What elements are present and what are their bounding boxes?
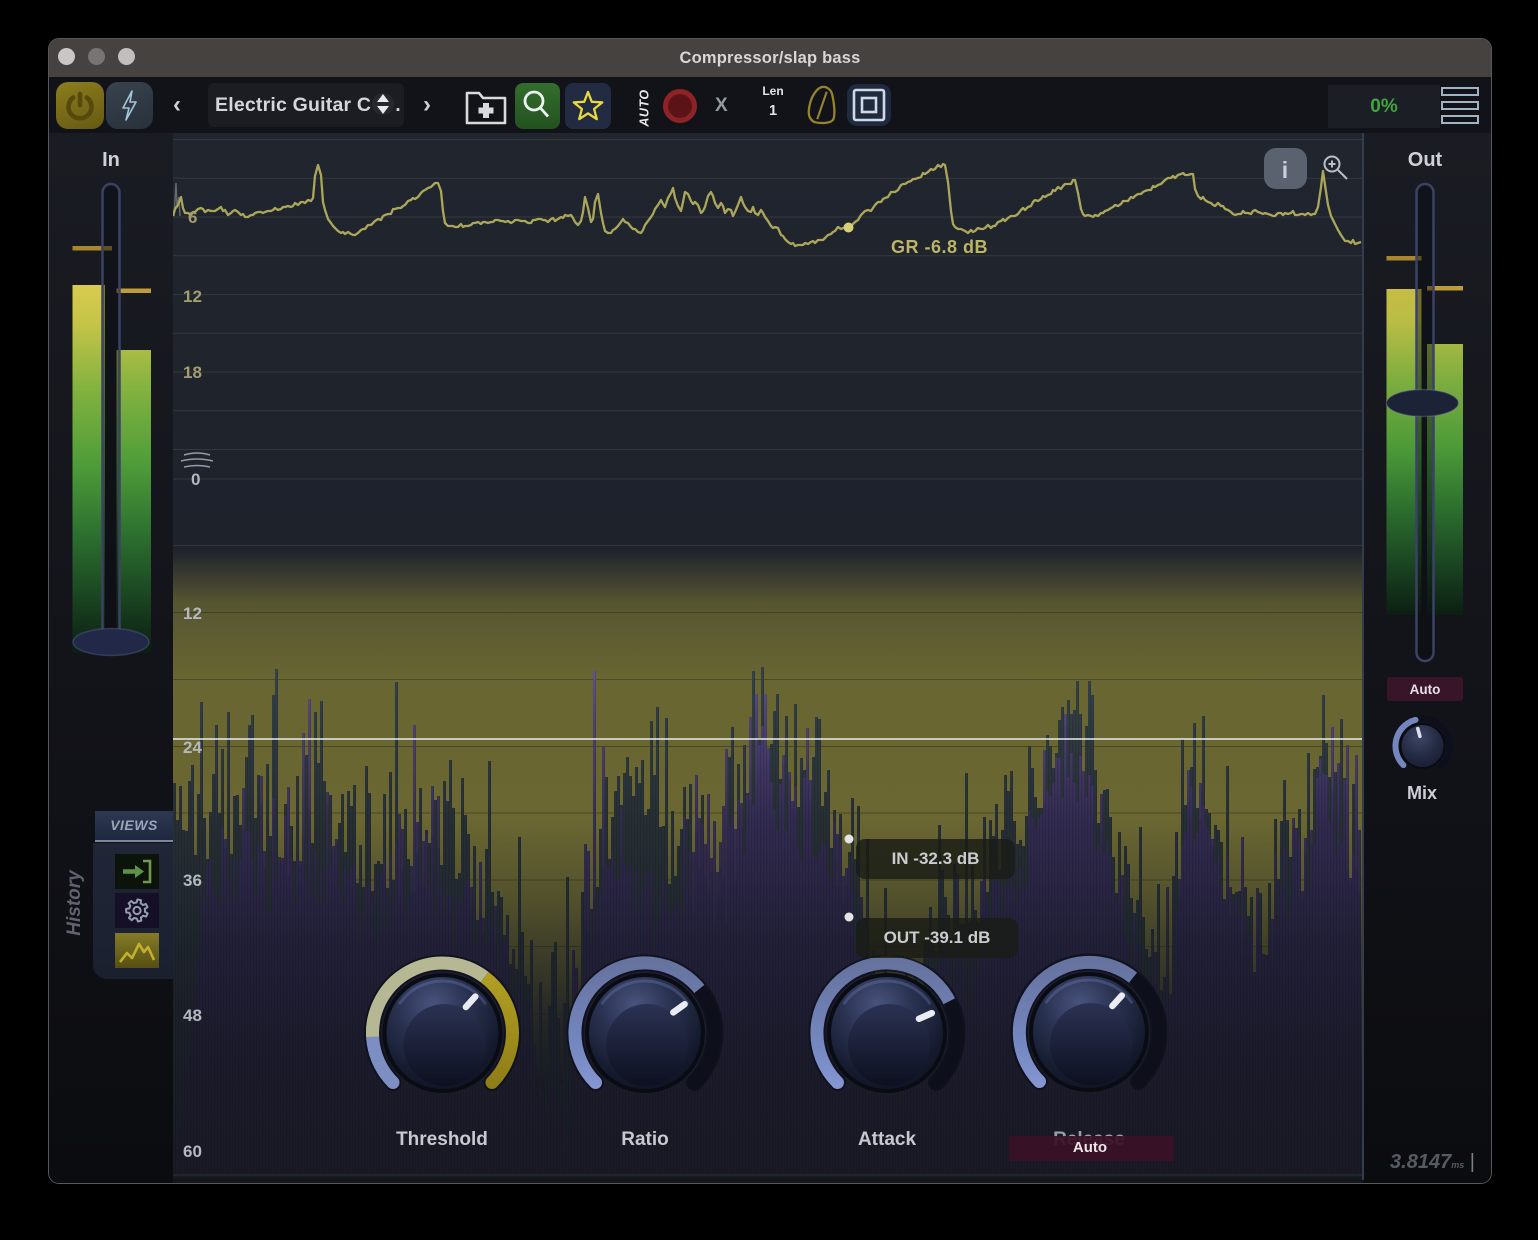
svg-text:Threshold: Threshold xyxy=(396,1129,488,1150)
svg-text:Auto: Auto xyxy=(1073,1139,1107,1156)
svg-text:36: 36 xyxy=(183,871,202,890)
svg-text:12: 12 xyxy=(183,287,202,306)
svg-text:Ratio: Ratio xyxy=(621,1129,669,1150)
svg-text:6: 6 xyxy=(188,208,197,227)
svg-text:0: 0 xyxy=(191,470,200,489)
svg-text:i: i xyxy=(1282,157,1288,183)
svg-text:48: 48 xyxy=(183,1006,202,1025)
svg-text:Mix: Mix xyxy=(1407,783,1437,803)
svg-text:24: 24 xyxy=(183,738,202,757)
svg-text:GR -6.8 dB: GR -6.8 dB xyxy=(891,237,988,257)
svg-text:18: 18 xyxy=(183,363,202,382)
svg-text:12: 12 xyxy=(183,604,202,623)
svg-text:Auto: Auto xyxy=(1410,682,1441,697)
svg-text:60: 60 xyxy=(183,1142,202,1161)
svg-text:Attack: Attack xyxy=(858,1129,917,1150)
